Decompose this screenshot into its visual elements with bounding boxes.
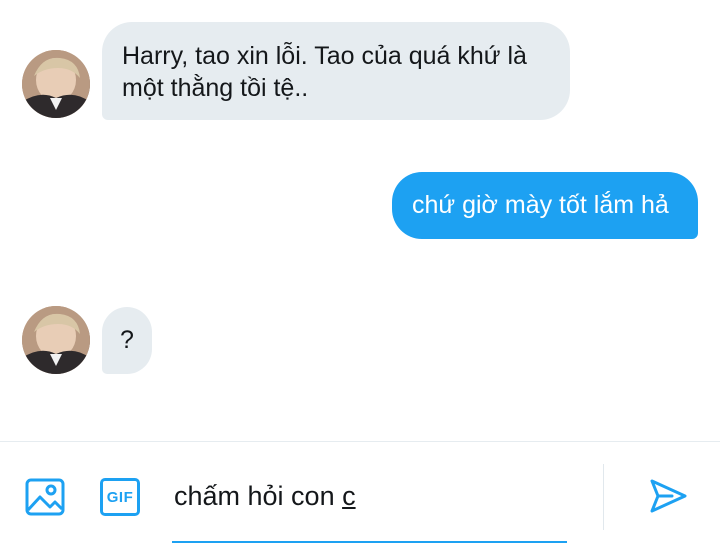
- image-icon[interactable]: [25, 477, 65, 517]
- send-icon[interactable]: [648, 476, 688, 516]
- message-text: một thằng tồi tệ..: [122, 74, 309, 102]
- input-composing-text: c: [342, 481, 356, 511]
- divider: [603, 464, 604, 530]
- incoming-message-bubble[interactable]: ?: [102, 307, 152, 374]
- message-text: ?: [120, 326, 134, 354]
- gif-label: GIF: [106, 488, 134, 506]
- avatar[interactable]: [22, 50, 90, 118]
- outgoing-message-bubble[interactable]: chứ giờ mày tốt lắm hả: [392, 172, 698, 239]
- input-text: chấm hỏi con: [174, 481, 343, 511]
- message-row-incoming: ?: [0, 290, 720, 390]
- message-composer: GIF chấm hỏi con c: [0, 441, 720, 551]
- input-focus-underline: [172, 541, 567, 543]
- incoming-message-bubble[interactable]: Harry, tao xin lỗi. Tao của quá khứ là m…: [102, 22, 570, 120]
- message-row-outgoing: chứ giờ mày tốt lắm hả: [0, 160, 720, 250]
- avatar[interactable]: [22, 306, 90, 374]
- message-row-incoming: Harry, tao xin lỗi. Tao của quá khứ là m…: [0, 0, 720, 130]
- message-text: Harry, tao xin lỗi. Tao của quá khứ là: [122, 42, 527, 70]
- gif-icon[interactable]: GIF: [100, 478, 140, 516]
- message-input[interactable]: chấm hỏi con c: [174, 481, 356, 512]
- message-text: chứ giờ mày tốt lắm hả: [412, 191, 669, 219]
